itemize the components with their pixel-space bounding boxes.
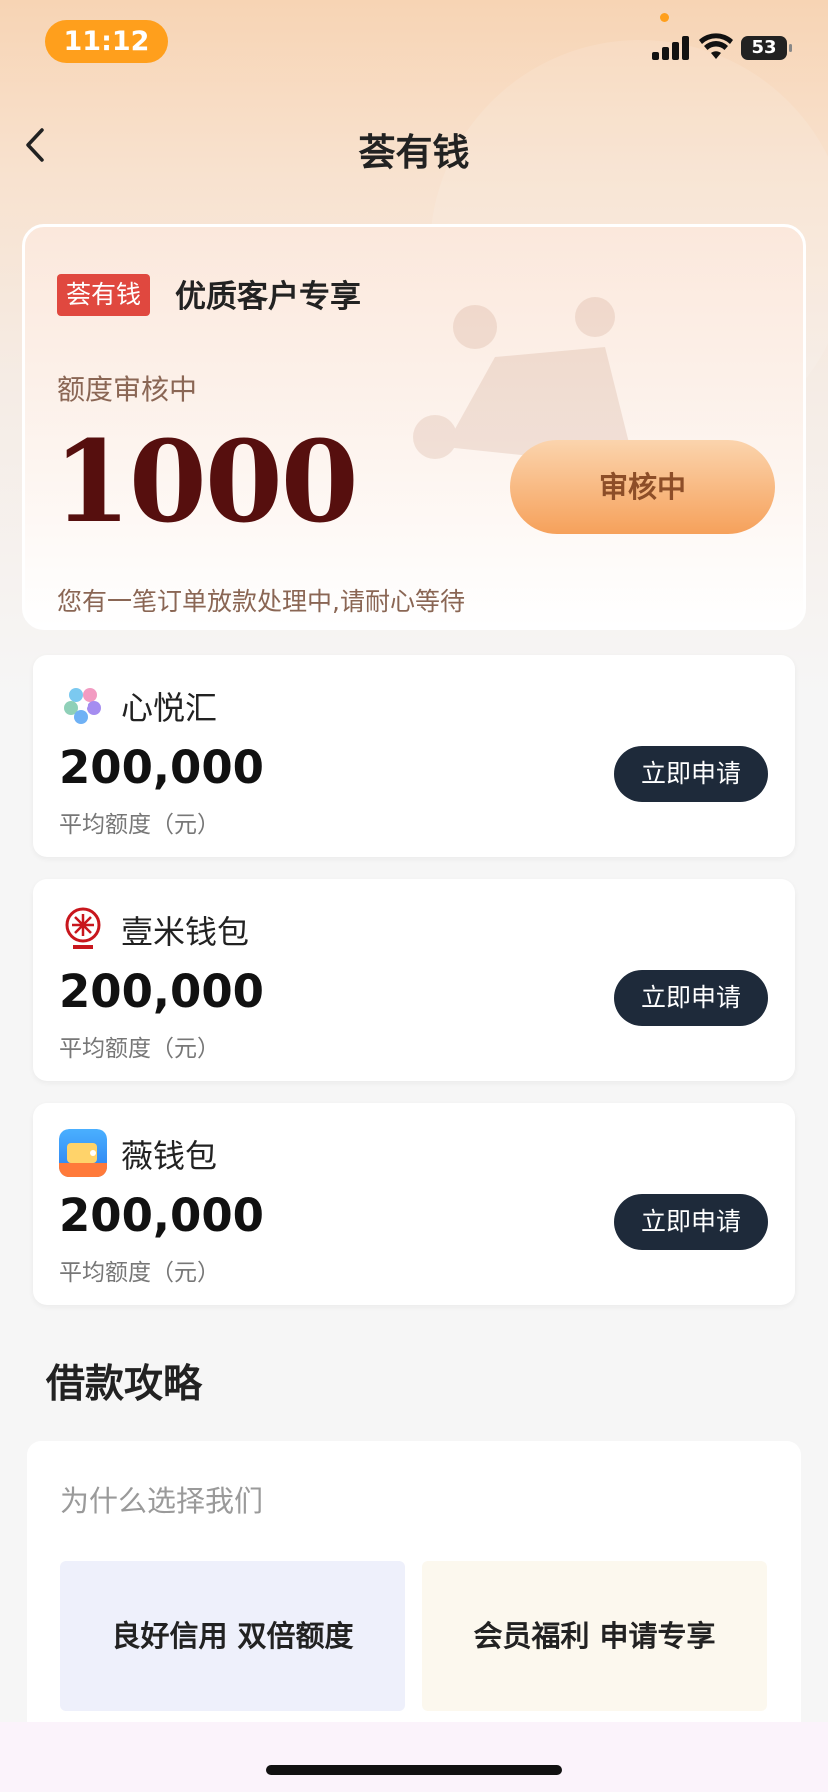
guide-tile-member[interactable]: 会员福利 申请专享 [422,1561,767,1711]
order-note: 您有一笔订单放款处理中,请耐心等待 [57,587,465,616]
product-name: 壹米钱包 [121,913,250,951]
credit-status-label: 额度审核中 [57,373,198,406]
product-amount-label: 平均额度（元） [59,1036,220,1062]
section-title: 借款攻略 [46,1362,203,1407]
status-bar: 11:12 53 [0,0,828,90]
product-amount: 200,000 [59,741,264,794]
wei-wallet-logo-icon [59,1129,107,1177]
home-indicator[interactable] [266,1765,562,1775]
page-title: 荟有钱 [358,131,470,174]
brand-tag: 荟有钱 [57,274,151,316]
apply-now-button[interactable]: 立即申请 [614,970,768,1026]
wifi-icon [699,33,733,59]
product-amount: 200,000 [59,1189,264,1242]
reviewing-button[interactable]: 审核中 [510,440,775,534]
status-time: 11:12 [45,20,168,63]
product-card-wei[interactable]: 薇钱包 200,000 平均额度（元） 立即申请 [33,1103,795,1305]
apply-now-button[interactable]: 立即申请 [614,1194,768,1250]
product-amount: 200,000 [59,965,264,1018]
product-name: 心悦汇 [121,689,218,727]
product-amount-label: 平均额度（元） [59,1260,220,1286]
battery-indicator: 53 [741,36,792,60]
home-bar-area [0,1722,828,1792]
hero-title: 优质客户专享 [175,279,361,315]
signal-icon [652,36,692,60]
guide-tile-credit[interactable]: 良好信用 双倍额度 [60,1561,405,1711]
product-card-yimi[interactable]: 壹米钱包 200,000 平均额度（元） 立即申请 [33,879,795,1081]
xinyuehui-logo-icon [64,688,101,724]
recording-indicator [660,13,669,22]
product-name: 薇钱包 [121,1137,218,1175]
product-card-xinyuehui[interactable]: 心悦汇 200,000 平均额度（元） 立即申请 [33,655,795,857]
product-amount-label: 平均额度（元） [59,812,220,838]
credit-amount: 1000 [53,417,359,548]
apply-now-button[interactable]: 立即申请 [614,746,768,802]
guide-subtitle: 为什么选择我们 [60,1484,264,1518]
yimi-wallet-logo-icon [65,907,101,949]
credit-status-card: 荟有钱 优质客户专享 额度审核中 1000 审核中 您有一笔订单放款处理中,请耐… [22,224,806,630]
